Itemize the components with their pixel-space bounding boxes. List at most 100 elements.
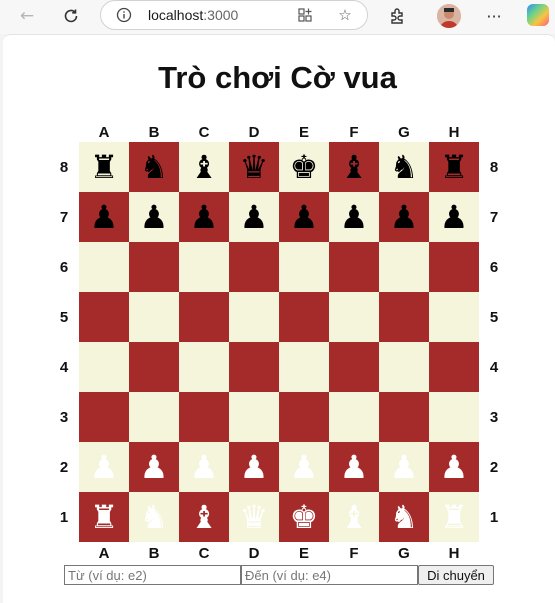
square-d2[interactable]: ♟ xyxy=(229,442,279,492)
square-a4[interactable] xyxy=(79,342,129,392)
square-f5[interactable] xyxy=(329,292,379,342)
square-c4[interactable] xyxy=(179,342,229,392)
square-c8[interactable]: ♝ xyxy=(179,142,229,192)
black-piece-icon[interactable]: ♝ xyxy=(340,151,369,183)
black-piece-icon[interactable]: ♟ xyxy=(290,201,319,233)
address-bar[interactable]: localhost:3000 ☆ xyxy=(100,0,368,30)
info-icon[interactable] xyxy=(115,6,133,24)
black-piece-icon[interactable]: ♞ xyxy=(390,151,419,183)
white-piece-icon[interactable]: ♛ xyxy=(240,501,269,533)
square-b5[interactable] xyxy=(129,292,179,342)
reload-icon[interactable] xyxy=(58,4,84,28)
square-d7[interactable]: ♟ xyxy=(229,192,279,242)
white-piece-icon[interactable]: ♟ xyxy=(90,451,119,483)
square-a1[interactable]: ♜ xyxy=(79,492,129,542)
square-a8[interactable]: ♜ xyxy=(79,142,129,192)
square-c2[interactable]: ♟ xyxy=(179,442,229,492)
square-f1[interactable]: ♝ xyxy=(329,492,379,542)
profile-avatar[interactable] xyxy=(437,4,461,28)
square-g6[interactable] xyxy=(379,242,429,292)
square-e4[interactable] xyxy=(279,342,329,392)
square-b6[interactable] xyxy=(129,242,179,292)
square-g7[interactable]: ♟ xyxy=(379,192,429,242)
square-g1[interactable]: ♞ xyxy=(379,492,429,542)
square-d3[interactable] xyxy=(229,392,279,442)
square-a3[interactable] xyxy=(79,392,129,442)
square-b7[interactable]: ♟ xyxy=(129,192,179,242)
black-piece-icon[interactable]: ♟ xyxy=(390,201,419,233)
square-c5[interactable] xyxy=(179,292,229,342)
black-piece-icon[interactable]: ♜ xyxy=(440,151,469,183)
from-square-input[interactable] xyxy=(64,565,241,585)
square-c3[interactable] xyxy=(179,392,229,442)
black-piece-icon[interactable]: ♟ xyxy=(240,201,269,233)
square-g3[interactable] xyxy=(379,392,429,442)
square-e3[interactable] xyxy=(279,392,329,442)
square-d8[interactable]: ♛ xyxy=(229,142,279,192)
black-piece-icon[interactable]: ♜ xyxy=(90,151,119,183)
square-h3[interactable] xyxy=(429,392,479,442)
square-e7[interactable]: ♟ xyxy=(279,192,329,242)
square-h4[interactable] xyxy=(429,342,479,392)
square-f2[interactable]: ♟ xyxy=(329,442,379,492)
square-e6[interactable] xyxy=(279,242,329,292)
square-b2[interactable]: ♟ xyxy=(129,442,179,492)
square-e1[interactable]: ♚ xyxy=(279,492,329,542)
square-h1[interactable]: ♜ xyxy=(429,492,479,542)
apps-icon[interactable] xyxy=(295,5,315,25)
white-piece-icon[interactable]: ♟ xyxy=(440,451,469,483)
white-piece-icon[interactable]: ♟ xyxy=(240,451,269,483)
white-piece-icon[interactable]: ♞ xyxy=(390,501,419,533)
square-d4[interactable] xyxy=(229,342,279,392)
white-piece-icon[interactable]: ♟ xyxy=(390,451,419,483)
square-h8[interactable]: ♜ xyxy=(429,142,479,192)
square-f3[interactable] xyxy=(329,392,379,442)
square-a5[interactable] xyxy=(79,292,129,342)
black-piece-icon[interactable]: ♛ xyxy=(240,151,269,183)
square-g8[interactable]: ♞ xyxy=(379,142,429,192)
white-piece-icon[interactable]: ♟ xyxy=(140,451,169,483)
square-h6[interactable] xyxy=(429,242,479,292)
black-piece-icon[interactable]: ♞ xyxy=(140,151,169,183)
black-piece-icon[interactable]: ♟ xyxy=(340,201,369,233)
square-a6[interactable] xyxy=(79,242,129,292)
square-f8[interactable]: ♝ xyxy=(329,142,379,192)
square-g2[interactable]: ♟ xyxy=(379,442,429,492)
square-d6[interactable] xyxy=(229,242,279,292)
black-piece-icon[interactable]: ♟ xyxy=(190,201,219,233)
white-piece-icon[interactable]: ♝ xyxy=(190,501,219,533)
move-button[interactable]: Di chuyển xyxy=(418,565,494,585)
square-h7[interactable]: ♟ xyxy=(429,192,479,242)
square-b4[interactable] xyxy=(129,342,179,392)
square-b8[interactable]: ♞ xyxy=(129,142,179,192)
black-piece-icon[interactable]: ♟ xyxy=(140,201,169,233)
square-f7[interactable]: ♟ xyxy=(329,192,379,242)
square-e5[interactable] xyxy=(279,292,329,342)
square-d1[interactable]: ♛ xyxy=(229,492,279,542)
favorite-icon[interactable]: ☆ xyxy=(335,5,355,25)
square-c7[interactable]: ♟ xyxy=(179,192,229,242)
white-piece-icon[interactable]: ♜ xyxy=(90,501,119,533)
square-h5[interactable] xyxy=(429,292,479,342)
square-b3[interactable] xyxy=(129,392,179,442)
white-piece-icon[interactable]: ♝ xyxy=(340,501,369,533)
square-g5[interactable] xyxy=(379,292,429,342)
back-icon[interactable]: ← xyxy=(14,4,40,28)
copilot-icon[interactable] xyxy=(527,4,549,26)
white-piece-icon[interactable]: ♟ xyxy=(190,451,219,483)
square-b1[interactable]: ♞ xyxy=(129,492,179,542)
black-piece-icon[interactable]: ♚ xyxy=(290,151,319,183)
black-piece-icon[interactable]: ♟ xyxy=(440,201,469,233)
white-piece-icon[interactable]: ♚ xyxy=(290,501,319,533)
square-h2[interactable]: ♟ xyxy=(429,442,479,492)
white-piece-icon[interactable]: ♜ xyxy=(440,501,469,533)
white-piece-icon[interactable]: ♟ xyxy=(290,451,319,483)
square-e8[interactable]: ♚ xyxy=(279,142,329,192)
square-f6[interactable] xyxy=(329,242,379,292)
white-piece-icon[interactable]: ♞ xyxy=(140,501,169,533)
to-square-input[interactable] xyxy=(241,565,418,585)
black-piece-icon[interactable]: ♝ xyxy=(190,151,219,183)
square-f4[interactable] xyxy=(329,342,379,392)
more-icon[interactable]: ··· xyxy=(482,4,506,28)
square-c6[interactable] xyxy=(179,242,229,292)
